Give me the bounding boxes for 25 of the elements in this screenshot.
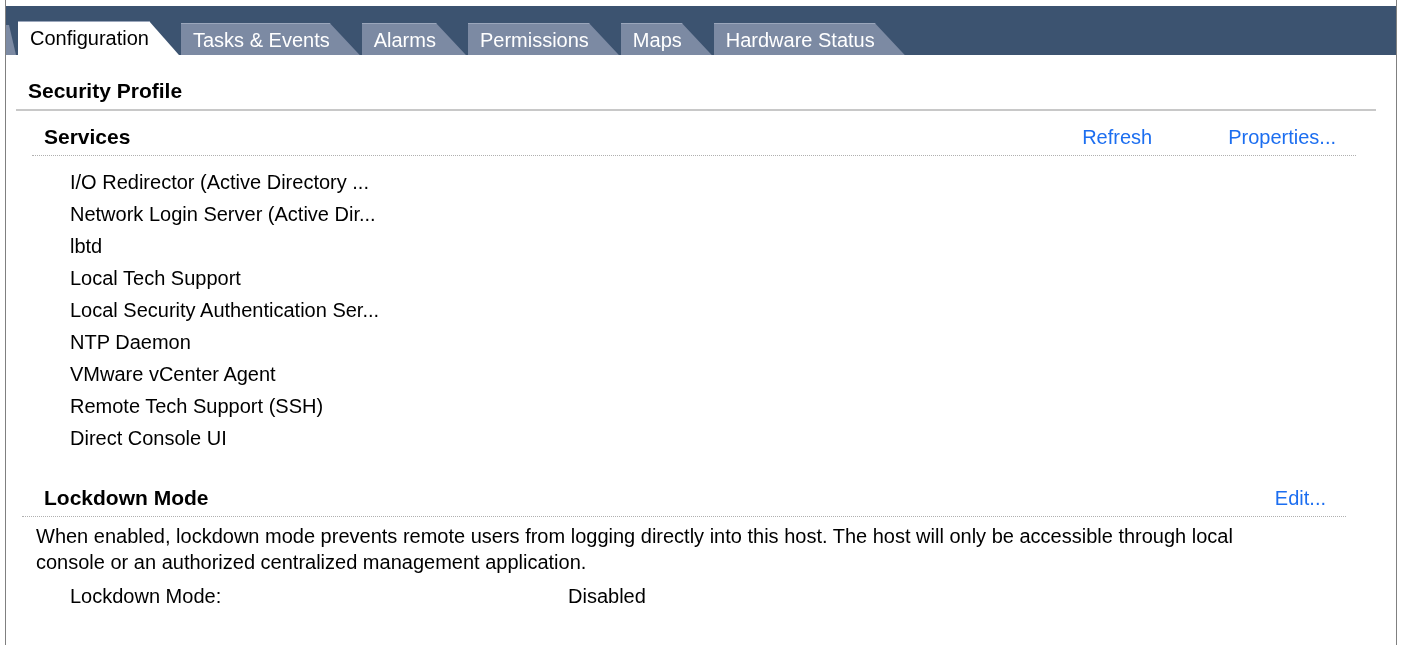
service-item: Direct Console UI: [70, 426, 227, 451]
link[interactable]: Refresh: [1082, 126, 1153, 149]
field-label: Lockdown Mode:: [70, 585, 223, 608]
service-item: Local Tech Support: [70, 266, 241, 291]
tab[interactable]: Permissions: [467, 23, 619, 55]
tab[interactable]: Maps: [620, 23, 712, 55]
service-item: Remote Tech Support (SSH): [70, 394, 324, 419]
service-item: NTP Daemon: [70, 330, 191, 355]
tab[interactable]: Alarms: [361, 23, 466, 55]
tab-edge: [6, 25, 16, 55]
service-item: Local Security Authentication Ser...: [70, 298, 380, 323]
tab[interactable]: Configuration: [18, 21, 179, 55]
section-title: Security Profile: [16, 69, 1376, 111]
tab[interactable]: Tasks & Events: [180, 23, 360, 55]
service-item: VMware vCenter Agent: [70, 362, 276, 387]
service-item: Network Login Server (Active Dir...: [70, 202, 376, 227]
field-value: Disabled: [568, 585, 646, 608]
subsection-title: Lockdown Mode: [44, 486, 209, 510]
link[interactable]: Edit...: [1274, 487, 1326, 510]
tab[interactable]: Hardware Status: [713, 23, 905, 55]
service-item: I/O Redirector (Active Directory ...: [70, 170, 369, 195]
subsection-title: Services: [44, 125, 131, 149]
link[interactable]: Properties...: [1228, 126, 1336, 149]
service-item: lbtd: [70, 234, 103, 259]
description-text: When enabled, lockdown mode prevents remote users from logging directly into this host. The host will only be accessible through local console or an authorized centralized management application.: [35, 524, 1234, 575]
